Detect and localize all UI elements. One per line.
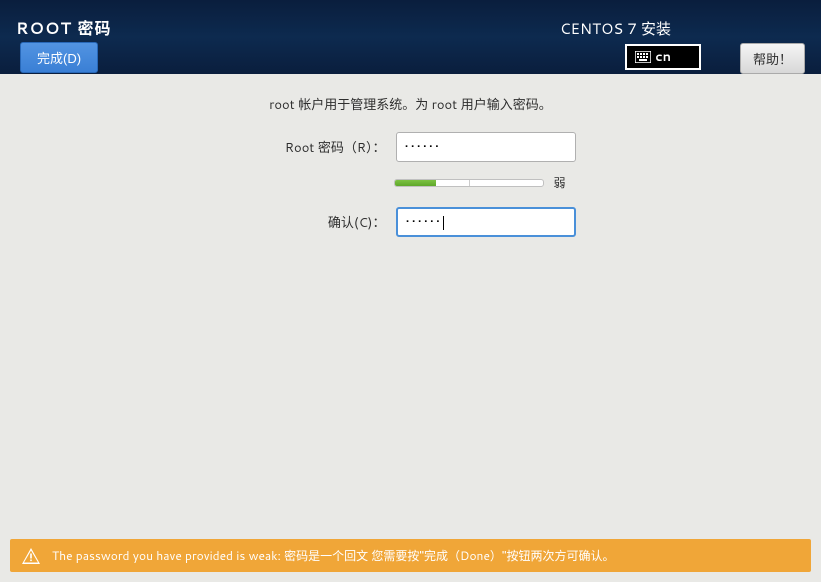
warning-text: The password you have provided is weak: … — [52, 547, 615, 564]
password-label: Root 密码（R）： — [246, 137, 386, 157]
installer-title: CENTOS 7 安装 — [560, 18, 671, 39]
header-bar: ROOT 密码 完成(D) CENTOS 7 安装 cn 帮助！ — [0, 0, 821, 74]
strength-fill — [395, 180, 436, 186]
warning-bar: The password you have provided is weak: … — [10, 539, 811, 572]
warning-icon — [22, 548, 40, 564]
password-row: Root 密码（R）： •••••• — [0, 132, 821, 162]
keyboard-layout-indicator[interactable]: cn — [625, 44, 701, 70]
root-password-input[interactable]: •••••• — [396, 132, 576, 162]
page-title: ROOT 密码 — [16, 0, 805, 40]
confirm-row: 确认(C)： •••••• — [0, 207, 821, 237]
done-button[interactable]: 完成(D) — [20, 42, 98, 73]
password-strength-meter — [394, 179, 544, 187]
content-area: root 帐户用于管理系统。为 root 用户输入密码。 Root 密码（R）：… — [0, 74, 821, 582]
confirm-password-input[interactable]: •••••• — [396, 207, 576, 237]
help-button[interactable]: 帮助！ — [740, 43, 805, 74]
strength-text: 弱 — [554, 174, 578, 191]
keyboard-layout-code: cn — [655, 48, 671, 66]
keyboard-icon — [635, 51, 651, 63]
strength-row: 弱 — [0, 174, 821, 191]
confirm-label: 确认(C)： — [246, 212, 386, 232]
form-description: root 帐户用于管理系统。为 root 用户输入密码。 — [0, 94, 821, 114]
